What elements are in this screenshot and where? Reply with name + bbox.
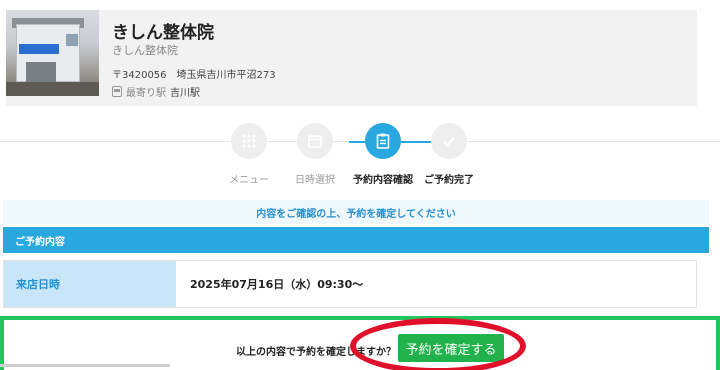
shop-name: きしん整体院 xyxy=(112,23,214,43)
step-label-menu: メニュー xyxy=(229,175,269,186)
detail-label: 来店日時 xyxy=(4,261,176,307)
confirm-prompt: 以上の内容で予約を確定しますか？ xyxy=(236,347,396,358)
train-icon xyxy=(112,86,122,97)
shop-address: 〒3420056 埼玉県吉川市平沼273 xyxy=(112,70,276,81)
shop-photo xyxy=(6,10,99,96)
confirm-notice: 内容をご確認の上、予約を確定してください xyxy=(3,200,709,224)
check-icon xyxy=(443,136,455,147)
step-label-complete: ご予約完了 xyxy=(424,175,474,186)
shop-subtitle: きしん整体院 xyxy=(112,44,178,57)
step-label-date: 日時選択 xyxy=(295,175,335,186)
calendar-icon xyxy=(308,135,322,148)
shop-card xyxy=(6,10,697,106)
detail-row: 来店日時 2025年07月16日（水）09:30〜 xyxy=(3,260,697,308)
section-header: ご予約内容 xyxy=(3,227,709,253)
station-name: 吉川駅 xyxy=(170,88,200,99)
confirm-bar: 以上の内容で予約を確定しますか？ 予約を確定する xyxy=(0,316,720,370)
step-confirm-circle xyxy=(365,123,401,159)
step-label-confirm: 予約内容確認 xyxy=(353,175,413,186)
grid-icon xyxy=(242,134,256,148)
station-label: 最寄り駅 xyxy=(126,88,166,99)
detail-value: 2025年07月16日（水）09:30〜 xyxy=(190,278,364,291)
nearest-station: 最寄り駅 吉川駅 xyxy=(112,84,200,99)
step-complete-circle xyxy=(431,123,467,159)
horizontal-scrollbar[interactable] xyxy=(0,364,170,367)
confirm-reservation-button[interactable]: 予約を確定する xyxy=(398,334,504,362)
step-connector xyxy=(401,141,431,143)
step-date-circle xyxy=(297,123,333,159)
clipboard-icon xyxy=(376,133,390,149)
step-menu-circle xyxy=(231,123,267,159)
